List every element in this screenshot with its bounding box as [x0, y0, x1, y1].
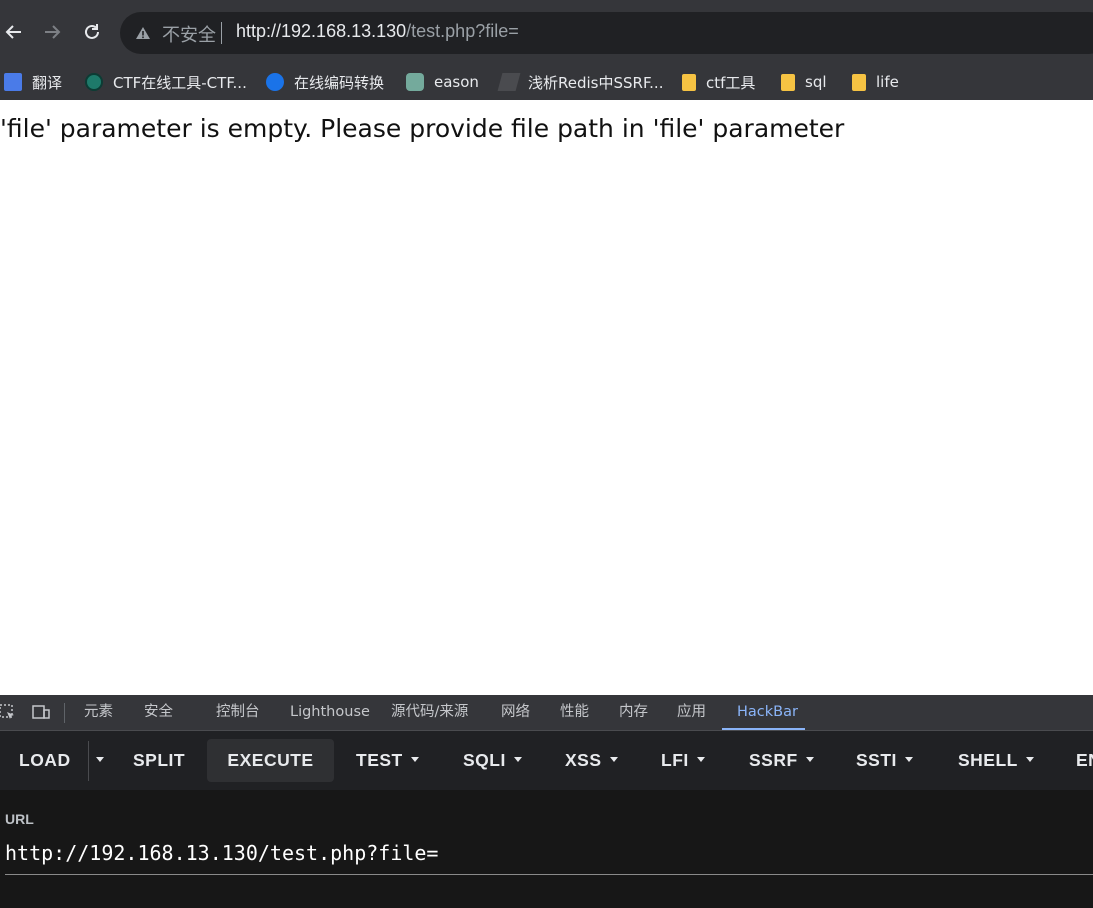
- ctf-tools-icon: [85, 73, 103, 91]
- insecure-label[interactable]: 不安全: [162, 21, 216, 47]
- active-tab-indicator: [722, 728, 805, 730]
- tab-console[interactable]: 控制台: [216, 695, 260, 730]
- tab-hackbar[interactable]: HackBar: [737, 695, 798, 730]
- lfi-menu-button[interactable]: LFI: [661, 739, 705, 782]
- reload-button[interactable]: [78, 18, 106, 46]
- page-content: 'file' parameter is empty. Please provid…: [0, 100, 1093, 695]
- bookmark-label: CTF在线工具-CTF...: [113, 73, 247, 92]
- xss-label: XSS: [565, 750, 602, 770]
- tab-lighthouse[interactable]: Lighthouse: [290, 695, 370, 730]
- chevron-down-icon: [1025, 756, 1034, 762]
- site-icon: [497, 73, 521, 91]
- url-host: http://192.168.13.130: [236, 21, 407, 41]
- url-input[interactable]: http://192.168.13.130/test.php?file=: [5, 841, 438, 865]
- chevron-down-icon: [805, 756, 814, 762]
- bookmark-label: ctf工具: [706, 73, 756, 92]
- bookmark-ctf-tools[interactable]: CTF在线工具-CTF...: [85, 64, 247, 100]
- bookmark-redis-ssrf[interactable]: 浅析Redis中SSRF...: [497, 64, 664, 100]
- bookmark-label: 在线编码转换: [294, 73, 385, 92]
- chevron-down-icon: [904, 756, 913, 762]
- bookmark-translate[interactable]: 翻译: [4, 64, 62, 100]
- test-menu-button[interactable]: TEST: [356, 739, 419, 782]
- folder-icon: [682, 73, 696, 91]
- ssrf-menu-button[interactable]: SSRF: [749, 739, 814, 782]
- tab-sources[interactable]: 源代码/来源: [391, 695, 468, 730]
- bookmarks-bar: 翻译 CTF在线工具-CTF... 在线编码转换 eason 浅析Redis中S…: [0, 64, 1093, 100]
- browser-toolbar: 不安全 http://192.168.13.130/test.php?file=: [0, 0, 1093, 64]
- chevron-down-icon: [96, 756, 104, 762]
- chevron-down-icon: [513, 756, 522, 762]
- shell-menu-button[interactable]: SHELL: [958, 739, 1034, 782]
- chevron-down-icon: [410, 756, 419, 762]
- bookmark-label: life: [876, 73, 899, 91]
- bookmark-label: 翻译: [32, 73, 63, 92]
- chevron-down-icon: [609, 756, 618, 762]
- google-translate-icon: [4, 73, 22, 91]
- ssti-menu-button[interactable]: SSTI: [856, 739, 913, 782]
- encoding-menu-button[interactable]: EN: [1076, 739, 1093, 782]
- c-logo-icon: [266, 73, 284, 91]
- openai-icon: [406, 73, 424, 91]
- tab-elements[interactable]: 元素: [84, 695, 113, 730]
- hackbar-url-panel: URL http://192.168.13.130/test.php?file=: [0, 790, 1093, 908]
- lfi-label: LFI: [661, 750, 689, 770]
- devtools-tabbar: 元素 安全 控制台 Lighthouse 源代码/来源 网络 性能 内存 应用 …: [0, 695, 1093, 731]
- url-label: URL: [5, 811, 34, 827]
- tab-application[interactable]: 应用: [677, 695, 706, 730]
- bookmark-label: sql: [805, 73, 827, 91]
- bookmark-encoding[interactable]: 在线编码转换: [266, 64, 384, 100]
- tab-network[interactable]: 网络: [501, 695, 530, 730]
- inspect-element-icon[interactable]: [0, 703, 16, 721]
- address-bar[interactable]: 不安全 http://192.168.13.130/test.php?file=: [120, 12, 1093, 54]
- bookmark-ctf-folder[interactable]: ctf工具: [682, 64, 755, 100]
- shell-label: SHELL: [958, 750, 1018, 770]
- bookmark-sql-folder[interactable]: sql: [781, 64, 827, 100]
- sqli-menu-button[interactable]: SQLI: [463, 739, 522, 782]
- url-input-underline: [5, 874, 1093, 875]
- bookmark-life-folder[interactable]: life: [852, 64, 899, 100]
- forward-button[interactable]: [38, 18, 66, 46]
- load-button[interactable]: LOAD: [19, 739, 71, 782]
- address-divider: [221, 22, 222, 44]
- arrow-right-icon: [45, 25, 61, 39]
- device-toolbar-icon[interactable]: [32, 703, 50, 721]
- bookmark-label: 浅析Redis中SSRF...: [528, 73, 664, 92]
- back-button[interactable]: [0, 18, 28, 46]
- chevron-down-icon: [696, 756, 705, 762]
- url-text[interactable]: http://192.168.13.130/test.php?file=: [236, 21, 519, 42]
- test-label: TEST: [356, 750, 403, 770]
- bookmark-label: eason: [434, 73, 479, 91]
- ssti-label: SSTI: [856, 750, 897, 770]
- warning-icon: [136, 27, 150, 39]
- folder-icon: [781, 73, 795, 91]
- load-separator: [88, 741, 89, 781]
- url-path: /test.php?file=: [406, 21, 519, 41]
- bookmark-eason[interactable]: eason: [406, 64, 479, 100]
- error-message: 'file' parameter is empty. Please provid…: [0, 114, 845, 143]
- tab-memory[interactable]: 内存: [619, 695, 648, 730]
- hackbar-toolbar: LOAD SPLIT EXECUTE TEST SQLI XSS LFI SSR…: [0, 731, 1093, 790]
- split-button[interactable]: SPLIT: [133, 739, 185, 782]
- ssrf-label: SSRF: [749, 750, 798, 770]
- load-dropdown-button[interactable]: [92, 739, 108, 782]
- sqli-label: SQLI: [463, 750, 506, 770]
- reload-icon: [85, 24, 99, 39]
- tab-security[interactable]: 安全: [144, 695, 173, 730]
- arrow-left-icon: [5, 25, 21, 39]
- devtools-separator: [64, 703, 65, 723]
- xss-menu-button[interactable]: XSS: [565, 739, 618, 782]
- execute-button[interactable]: EXECUTE: [207, 739, 334, 782]
- folder-icon: [852, 73, 866, 91]
- tab-performance[interactable]: 性能: [560, 695, 589, 730]
